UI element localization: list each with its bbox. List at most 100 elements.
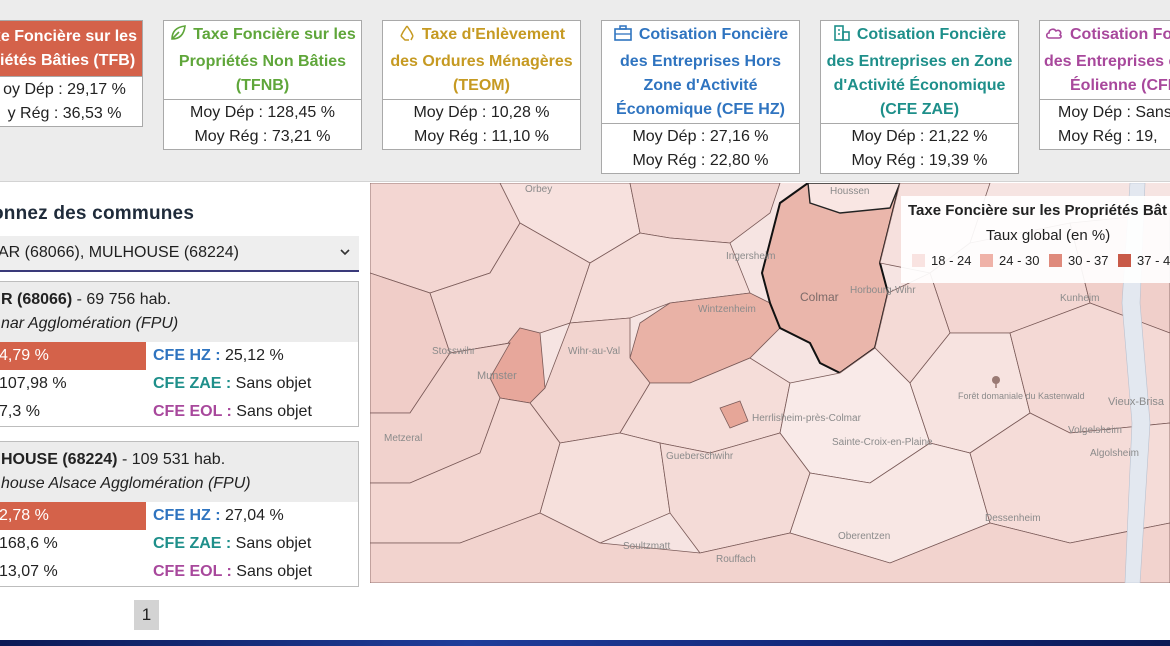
map-legend: Taxe Foncière sur les Propriétés Bât Tau… — [901, 196, 1170, 283]
tfnb-reg-avg: Moy Rég : 73,21 % — [194, 128, 331, 145]
commune-row-1: 4,79 % CFE HZ : 25,12 % — [0, 342, 358, 370]
map-label-houssen: Houssen — [830, 186, 869, 197]
card-cfe-hz-title[interactable]: Cotisation Foncière des Entreprises Hors… — [602, 21, 799, 123]
map-label-vieux-brisach: Vieux-Brisa — [1108, 396, 1165, 408]
map-label-sainte-croix: Sainte-Croix-en-Plaine — [832, 437, 933, 448]
pagination-page-1[interactable]: 1 — [134, 600, 159, 630]
map-label-dessenheim: Dessenheim — [985, 513, 1041, 524]
commune-panel: onnez des communes AR (68066), MULHOUSE … — [0, 183, 370, 646]
commune-name: R (68066) — [1, 291, 73, 308]
cfe-zae-reg-avg: Moy Rég : 19,39 % — [851, 152, 988, 169]
card-teom-stats: Moy Dép : 10,28 % Moy Rég : 11,10 % — [383, 99, 580, 149]
chevron-down-icon[interactable] — [339, 236, 351, 283]
legend-swatch — [980, 254, 993, 267]
cfe-eol-rate: CFE EOL : Sans objet — [153, 403, 312, 420]
card-cfe-zae[interactable]: Cotisation Foncière des Entreprises en Z… — [820, 20, 1019, 174]
app-root: xe Foncière sur les riétés Bâties (TFB) o… — [0, 0, 1170, 646]
map-label-wintzenheim: Wintzenheim — [698, 304, 756, 315]
map-label-soultzmatt: Soultzmatt — [623, 541, 670, 552]
cfe-eol-reg-avg: Moy Rég : 19, — [1058, 128, 1158, 145]
tfb-dep-avg: oy Dép : 29,17 % — [3, 81, 126, 98]
tfb-rate-bar: 2,78 % — [0, 502, 146, 530]
commune-row-2: 107,98 % CFE ZAE : Sans objet — [0, 370, 358, 398]
commune-name: HOUSE (68224) — [1, 451, 118, 468]
cfe-hz-rate: CFE HZ : 25,12 % — [153, 347, 284, 364]
map-label-wihr-au-val: Wihr-au-Val — [568, 346, 620, 357]
card-cfe-eol-stats: Moy Dép : Sans Moy Rég : 19, — [1040, 99, 1170, 149]
cfe-hz-dep-avg: Moy Dép : 27,16 % — [632, 128, 769, 145]
commune-select-value: AR (68066), MULHOUSE (68224) — [0, 244, 239, 261]
map-label-ingersheim: Ingersheim — [726, 251, 775, 262]
cfe-hz-rate: CFE HZ : 27,04 % — [153, 507, 284, 524]
map-label-munster: Munster — [477, 370, 517, 382]
commune-row-2: 168,6 % CFE ZAE : Sans objet — [0, 530, 358, 558]
cloud-icon — [1044, 24, 1064, 50]
card-cfe-hz[interactable]: Cotisation Foncière des Entreprises Hors… — [601, 20, 800, 174]
briefcase-icon — [613, 24, 633, 50]
legend-swatch — [1118, 254, 1131, 267]
commune-epci: house Alsace Agglomération (FPU) — [1, 475, 251, 492]
cfe-eol-dep-avg: Moy Dép : Sans — [1058, 104, 1170, 121]
map-label-orbey: Orbey — [525, 184, 552, 195]
commune-selector-title: onnez des communes — [0, 203, 195, 224]
commune-select[interactable]: AR (68066), MULHOUSE (68224) — [0, 236, 359, 272]
card-cfe-eol-title[interactable]: Cotisation Fo des Entreprises c Éolienne… — [1040, 21, 1170, 99]
card-tfnb[interactable]: Taxe Foncière sur les Propriétés Non Bât… — [163, 20, 362, 150]
map-label-volgelsheim: Volgelsheim — [1068, 425, 1122, 436]
leaf-icon — [169, 24, 187, 50]
cfe-zae-rate: CFE ZAE : Sans objet — [153, 535, 312, 552]
recycle-icon — [398, 24, 416, 50]
commune-row-1: 2,78 % CFE HZ : 27,04 % — [0, 502, 358, 530]
map-label-gueberschwihr: Gueberschwihr — [666, 451, 734, 462]
map-label-horbourg: Horbourg-Wihr — [850, 285, 916, 296]
building-icon — [833, 24, 851, 50]
map-label-oberentzen: Oberentzen — [838, 531, 890, 542]
tfnb-rate: 107,98 % — [0, 375, 67, 392]
legend-swatch — [1049, 254, 1062, 267]
commune-card-colmar: R (68066) - 69 756 hab. nar Agglomératio… — [0, 281, 359, 427]
cfe-zae-dep-avg: Moy Dép : 21,22 % — [851, 128, 988, 145]
cfe-hz-reg-avg: Moy Rég : 22,80 % — [632, 152, 769, 169]
commune-epci: nar Agglomération (FPU) — [1, 315, 179, 332]
cfe-zae-rate: CFE ZAE : Sans objet — [153, 375, 312, 392]
map-label-stosswihr: Stosswihr — [432, 346, 476, 357]
teom-reg-avg: Moy Rég : 11,10 % — [414, 128, 549, 145]
legend-item-2: 24 - 30 — [980, 253, 1039, 268]
map-label-colmar: Colmar — [800, 290, 839, 304]
commune-population: - 109 531 hab. — [117, 451, 226, 468]
tax-cards-band: xe Foncière sur les riétés Bâties (TFB) o… — [0, 0, 1170, 182]
map-label-foret-kastenwald: Forêt domaniale du Kastenwald — [958, 391, 1085, 401]
card-tfb-title[interactable]: xe Foncière sur les riétés Bâties (TFB) — [0, 21, 142, 76]
card-cfe-hz-stats: Moy Dép : 27,16 % Moy Rég : 22,80 % — [602, 123, 799, 173]
legend-swatch — [912, 254, 925, 267]
commune-card-mulhouse: HOUSE (68224) - 109 531 hab. house Alsac… — [0, 441, 359, 587]
commune-row-3: 13,07 % CFE EOL : Sans objet — [0, 558, 358, 586]
map-label-metzeral: Metzeral — [384, 433, 422, 444]
tfb-rate-bar: 4,79 % — [0, 342, 146, 370]
legend-item-1: 18 - 24 — [912, 253, 971, 268]
legend-title: Taxe Foncière sur les Propriétés Bât — [908, 202, 1167, 219]
card-teom-title[interactable]: Taxe d'Enlèvement des Ordures Ménagères … — [383, 21, 580, 99]
map-label-herrlisheim: Herrlisheim-près-Colmar — [752, 413, 862, 424]
teom-rate: 13,07 % — [0, 563, 58, 580]
card-tfnb-title[interactable]: Taxe Foncière sur les Propriétés Non Bât… — [164, 21, 361, 99]
legend-subtitle: Taux global (en %) — [986, 227, 1111, 244]
tfnb-rate: 168,6 % — [0, 535, 58, 552]
card-tfb[interactable]: xe Foncière sur les riétés Bâties (TFB) o… — [0, 20, 143, 127]
teom-dep-avg: Moy Dép : 10,28 % — [413, 104, 550, 121]
card-tfnb-stats: Moy Dép : 128,45 % Moy Rég : 73,21 % — [164, 99, 361, 149]
card-teom[interactable]: Taxe d'Enlèvement des Ordures Ménagères … — [382, 20, 581, 150]
commune-header: R (68066) - 69 756 hab. nar Agglomératio… — [0, 282, 358, 342]
legend-item-4: 37 - 4 — [1118, 253, 1170, 268]
tfnb-dep-avg: Moy Dép : 128,45 % — [190, 104, 335, 121]
commune-header: HOUSE (68224) - 109 531 hab. house Alsac… — [0, 442, 358, 502]
map-label-algolsheim: Algolsheim — [1090, 448, 1139, 459]
card-cfe-eol[interactable]: Cotisation Fo des Entreprises c Éolienne… — [1039, 20, 1170, 150]
choropleth-map[interactable]: Orbey Houssen Ingersheim Colmar Horbourg… — [370, 183, 1170, 583]
card-cfe-zae-stats: Moy Dép : 21,22 % Moy Rég : 19,39 % — [821, 123, 1018, 173]
tfb-reg-avg: y Rég : 36,53 % — [7, 105, 122, 122]
card-cfe-zae-title[interactable]: Cotisation Foncière des Entreprises en Z… — [821, 21, 1018, 123]
legend-item-3: 30 - 37 — [1049, 253, 1108, 268]
commune-row-3: 7,3 % CFE EOL : Sans objet — [0, 398, 358, 426]
cfe-eol-rate: CFE EOL : Sans objet — [153, 563, 312, 580]
